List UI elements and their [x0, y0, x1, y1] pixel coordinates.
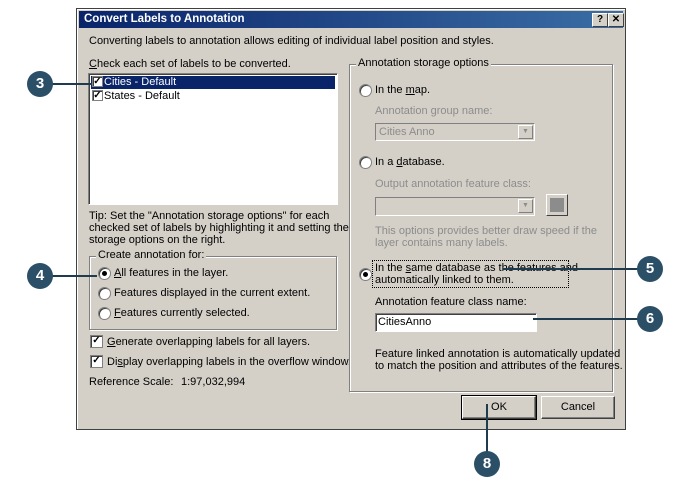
- convert-labels-dialog: Convert Labels to Annotation ? ✕ Convert…: [76, 8, 626, 430]
- cancel-button[interactable]: Cancel: [541, 396, 615, 419]
- in-database-radio[interactable]: [359, 156, 372, 169]
- generate-overlap-label[interactable]: Generate overlapping labels for all laye…: [107, 336, 310, 348]
- output-class-combo[interactable]: ▼: [375, 197, 535, 216]
- group-name-label: Annotation group name:: [375, 105, 493, 117]
- class-name-label: Annotation feature class name:: [375, 296, 527, 308]
- tip-line-1: Tip: Set the "Annotation storage options…: [89, 210, 330, 222]
- browse-button[interactable]: [546, 194, 568, 216]
- callout-6-line: [533, 318, 639, 320]
- create-annotation-group: Create annotation for: All features in t…: [89, 249, 337, 330]
- create-annotation-legend: Create annotation for:: [96, 249, 207, 261]
- generate-overlap-checkbox[interactable]: ✓: [90, 335, 103, 348]
- selected-features-radio[interactable]: [98, 307, 111, 320]
- list-item[interactable]: ✓ States - Default: [91, 90, 335, 103]
- all-features-label[interactable]: All features in the layer.: [114, 267, 228, 279]
- callout-5: 5: [637, 256, 663, 282]
- callout-4: 4: [27, 263, 53, 289]
- help-button[interactable]: ?: [592, 13, 608, 27]
- check-label: Check each set of labels to be converted…: [89, 58, 291, 70]
- linked-note-line-1: Feature linked annotation is automatical…: [375, 348, 621, 360]
- same-database-radio[interactable]: [359, 268, 372, 281]
- intro-text: Converting labels to annotation allows e…: [89, 35, 494, 47]
- in-map-radio[interactable]: [359, 84, 372, 97]
- label-sets-list[interactable]: ✓ Cities - Default ✓ States - Default: [88, 73, 338, 205]
- callout-5-line: [503, 268, 639, 270]
- tip-line-2: checked set of labels by highlighting it…: [89, 222, 349, 234]
- all-features-radio[interactable]: [98, 267, 111, 280]
- display-overlap-checkbox[interactable]: ✓: [90, 355, 103, 368]
- chevron-down-icon[interactable]: ▼: [518, 125, 533, 139]
- callout-6: 6: [637, 306, 663, 332]
- class-name-value: CitiesAnno: [378, 316, 432, 328]
- db-note-line-2: layer contains many labels.: [375, 237, 508, 249]
- reference-scale-label: Reference Scale:: [89, 376, 174, 388]
- callout-8-line: [486, 404, 488, 452]
- class-name-input[interactable]: CitiesAnno: [375, 313, 537, 332]
- same-database-label[interactable]: In the same database as the features and…: [372, 260, 578, 288]
- group-name-combo[interactable]: Cities Anno ▼: [375, 123, 535, 141]
- storage-options-group: Annotation storage options In the map. A…: [349, 57, 623, 392]
- ok-button[interactable]: OK: [461, 395, 537, 420]
- storage-options-legend: Annotation storage options: [356, 57, 491, 69]
- reference-scale-value: 1:97,032,994: [181, 376, 246, 388]
- cities-checkbox[interactable]: ✓: [92, 76, 103, 87]
- callout-3: 3: [27, 71, 53, 97]
- callout-8: 8: [474, 451, 500, 477]
- in-map-label[interactable]: In the map.: [375, 84, 430, 96]
- same-db-line-2: automatically linked to them.: [375, 274, 514, 286]
- dialog-title: Convert Labels to Annotation: [84, 13, 245, 25]
- group-name-value: Cities Anno: [379, 126, 435, 138]
- list-item-label: States - Default: [104, 90, 180, 102]
- tip-line-3: storage options on the right.: [89, 234, 226, 246]
- current-extent-label[interactable]: Features displayed in the current extent…: [114, 287, 310, 299]
- list-item[interactable]: ✓ Cities - Default: [91, 76, 335, 89]
- callout-3-line: [52, 83, 92, 85]
- current-extent-radio[interactable]: [98, 287, 111, 300]
- linked-note-line-2: to match the position and attributes of …: [375, 360, 623, 372]
- db-note-line-1: This options provides better draw speed …: [375, 225, 597, 237]
- states-checkbox[interactable]: ✓: [92, 90, 103, 101]
- in-database-label[interactable]: In a database.: [375, 156, 445, 168]
- list-item-label: Cities - Default: [104, 76, 177, 88]
- selected-features-label[interactable]: Features currently selected.: [114, 307, 250, 319]
- callout-4-line: [52, 275, 97, 277]
- display-overlap-label[interactable]: Display overlapping labels in the overfl…: [107, 356, 351, 368]
- output-class-label: Output annotation feature class:: [375, 178, 531, 190]
- title-bar[interactable]: Convert Labels to Annotation ? ✕: [79, 11, 624, 28]
- folder-icon: [550, 198, 564, 212]
- close-button[interactable]: ✕: [608, 13, 624, 27]
- chevron-down-icon[interactable]: ▼: [518, 199, 533, 213]
